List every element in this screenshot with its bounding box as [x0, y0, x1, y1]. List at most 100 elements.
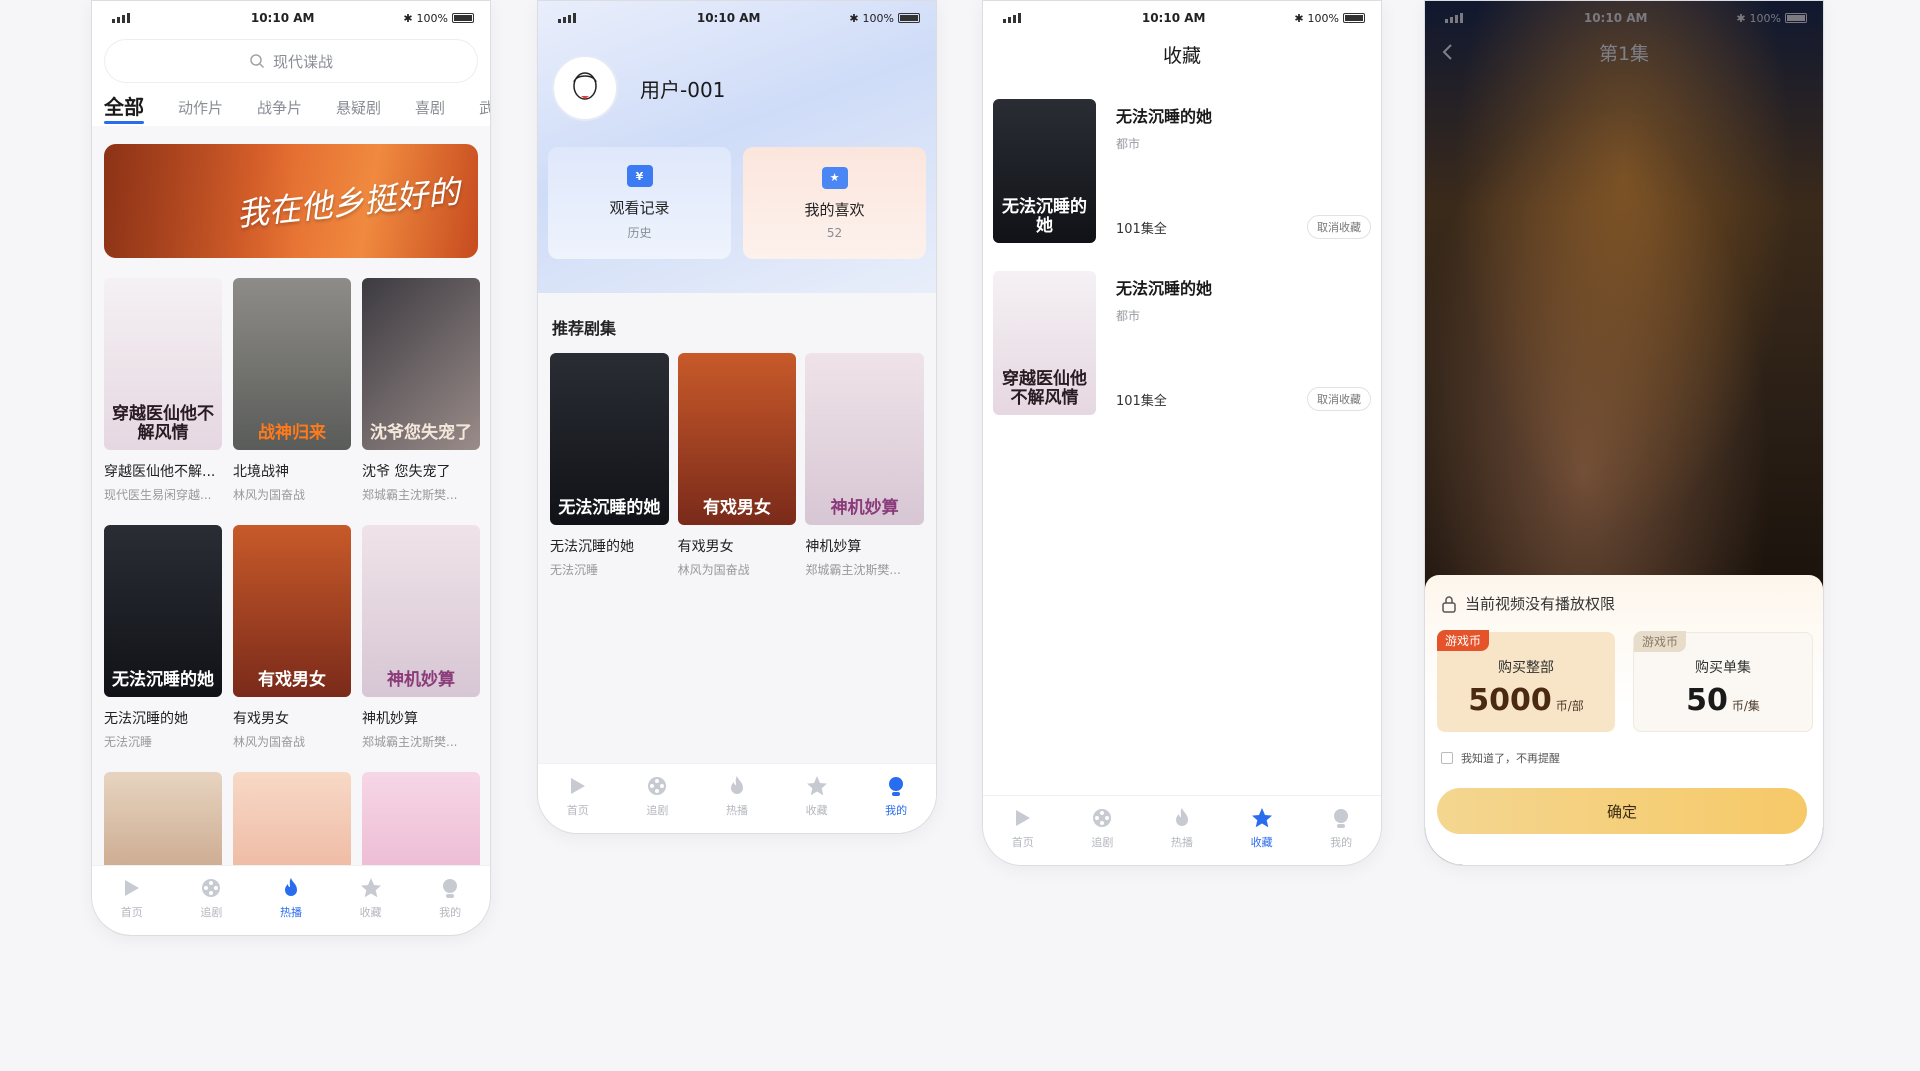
drama-card[interactable]: 有戏男女 有戏男女 林风为国奋战 [233, 525, 351, 750]
purchase-plans: 游戏币 购买整部 5000 币/部 游戏币 购买单集 50 币/集 [1437, 630, 1813, 732]
category-tab[interactable]: 动作片 [178, 97, 223, 118]
status-bar: 10:10 AM ✱ 100% [92, 1, 490, 35]
user-avatar-icon [573, 72, 597, 100]
favorite-info: 无法沉睡的她 都市 101集全 取消收藏 [1096, 271, 1371, 415]
category-tab[interactable]: 喜剧 [415, 97, 445, 118]
poster-title: 战神归来 [258, 423, 326, 444]
category-tab[interactable]: 武 [479, 97, 490, 118]
tab-favorites[interactable]: 收藏 [341, 876, 401, 920]
play-icon [570, 778, 585, 794]
unfavorite-button[interactable]: 取消收藏 [1307, 215, 1371, 239]
video-frame[interactable] [1425, 1, 1823, 591]
battery-icon [1343, 13, 1365, 23]
avatar[interactable] [552, 55, 618, 121]
tab-favorites[interactable]: 收藏 [787, 774, 847, 818]
drama-card[interactable]: 神机妙算 神机妙算 郑城霸主沈斯樊... [362, 525, 480, 750]
paywall-sheet: 当前视频没有播放权限 游戏币 购买整部 5000 币/部 游戏币 购买单集 50 [1425, 575, 1823, 865]
drama-card[interactable]: 神机妙算 神机妙算 郑城霸主沈斯樊... [805, 353, 925, 578]
drama-grid: 穿越医仙他不解风情 穿越医仙他不解... 现代医生易闲穿越... 战神归来 北境… [92, 258, 490, 935]
tab-mine[interactable]: 我的 [420, 876, 480, 920]
bluetooth-icon: ✱ [849, 11, 859, 25]
status-time: 10:10 AM [1141, 11, 1206, 25]
back-arrow-icon[interactable] [1437, 41, 1459, 63]
search-bar[interactable]: 现代谍战 [104, 39, 478, 83]
category-tabs: 全部 动作片 战争片 悬疑剧 喜剧 武 [92, 83, 490, 124]
battery-icon [452, 13, 474, 23]
drama-desc: 无法沉睡 [550, 563, 599, 577]
bottom-tab-bar: 首页 追剧 热播 收藏 我的 [538, 763, 936, 833]
film-reel-icon [202, 879, 221, 897]
drama-card[interactable]: 无法沉睡的她 无法沉睡的她 无法沉睡 [550, 353, 669, 578]
plan-buy-episode[interactable]: 游戏币 购买单集 50 币/集 [1633, 631, 1813, 732]
player-title-bar: 第1集 [1425, 35, 1823, 69]
permission-notice: 当前视频没有播放权限 [1437, 593, 1813, 614]
tab-home[interactable]: 首页 [102, 876, 162, 920]
tab-home[interactable]: 首页 [548, 774, 608, 818]
drama-card[interactable]: 有戏男女 有戏男女 林风为国奋战 [677, 353, 797, 578]
signal-icon [1445, 13, 1495, 23]
category-tab-all[interactable]: 全部 [104, 97, 144, 124]
plan-buy-all[interactable]: 游戏币 购买整部 5000 币/部 [1437, 630, 1615, 732]
confirm-button[interactable]: 确定 [1437, 788, 1807, 834]
status-bar: 10:10 AM ✱ 100% [538, 1, 936, 35]
tab-mine[interactable]: 我的 [866, 774, 926, 818]
watch-history-card[interactable]: ¥ 观看记录 历史 [548, 147, 731, 259]
drama-card[interactable]: 沈爷您失宠了 沈爷 您失宠了 郑城霸主沈斯樊... [362, 278, 480, 503]
tab-favorites[interactable]: 收藏 [1232, 806, 1292, 850]
tab-hot[interactable]: 热播 [261, 876, 321, 920]
tab-label: 热播 [1170, 836, 1193, 849]
tab-follow[interactable]: 追剧 [181, 876, 241, 920]
home-banner[interactable]: 我在他乡挺好的 [104, 144, 478, 258]
drama-poster: 有戏男女 [233, 525, 351, 697]
signal-icon [558, 13, 608, 23]
dont-remind-checkbox[interactable] [1441, 752, 1453, 764]
plan-tag: 游戏币 [1437, 630, 1490, 651]
unfavorite-button[interactable]: 取消收藏 [1307, 387, 1371, 411]
my-likes-card[interactable]: ★ 我的喜欢 52 [743, 147, 926, 259]
tab-label: 追剧 [646, 804, 669, 817]
favorite-item[interactable]: 穿越医仙他不解风情 无法沉睡的她 都市 101集全 取消收藏 [983, 271, 1381, 415]
tab-home[interactable]: 首页 [993, 806, 1053, 850]
flame-icon [730, 776, 743, 794]
plan-name: 购买单集 [1695, 659, 1751, 676]
search-icon [250, 54, 265, 69]
drama-name: 无法沉睡的她 [550, 539, 634, 555]
drama-card[interactable]: 穿越医仙他不解风情 穿越医仙他不解... 现代医生易闲穿越... [104, 278, 222, 503]
favorite-info: 无法沉睡的她 都市 101集全 取消收藏 [1096, 99, 1371, 243]
category-tab[interactable]: 战争片 [257, 97, 302, 118]
drama-card[interactable]: 无法沉睡的她 无法沉睡的她 无法沉睡 [104, 525, 222, 750]
favorite-episodes: 101集全 [1116, 222, 1167, 237]
tab-mine[interactable]: 我的 [1311, 806, 1371, 850]
likes-icon: ★ [821, 166, 848, 189]
favorite-item[interactable]: 无法沉睡的她 无法沉睡的她 都市 101集全 取消收藏 [983, 99, 1381, 243]
tab-follow[interactable]: 追剧 [627, 774, 687, 818]
tab-follow[interactable]: 追剧 [1072, 806, 1132, 850]
tab-hot[interactable]: 热播 [707, 774, 767, 818]
phone-player: 10:10 AM ✱ 100% 第1集 当前视频没有播放权限 游戏币 购买整部 5… [1424, 0, 1824, 866]
price-value: 50 [1686, 682, 1728, 718]
dont-remind-row[interactable]: 我知道了，不再提醒 [1437, 750, 1813, 766]
tab-hot[interactable]: 热播 [1152, 806, 1212, 850]
favorite-poster: 无法沉睡的她 [993, 99, 1096, 243]
tab-label: 收藏 [1250, 836, 1273, 849]
status-time: 10:10 AM [250, 11, 315, 25]
category-tab[interactable]: 悬疑剧 [336, 97, 381, 118]
tab-label: 收藏 [805, 804, 828, 817]
poster-title: 无法沉睡的她 [112, 670, 214, 691]
battery-icon [1785, 13, 1807, 23]
signal-icon [1003, 13, 1053, 23]
drama-poster: 神机妙算 [805, 353, 925, 525]
user-info[interactable]: 用户-001 [538, 35, 936, 121]
tab-label: 热播 [725, 804, 748, 817]
plan-price: 5000 币/部 [1468, 683, 1584, 718]
status-time: 10:10 AM [696, 11, 761, 25]
drama-card[interactable]: 战神归来 北境战神 林风为国奋战 [233, 278, 351, 503]
signal-icon [112, 13, 162, 23]
tab-label: 我的 [439, 906, 462, 919]
favorite-title: 无法沉睡的她 [1116, 107, 1213, 126]
battery-icon [898, 13, 920, 23]
recommend-title: 推荐剧集 [552, 319, 617, 338]
favorite-episodes: 101集全 [1116, 394, 1167, 409]
history-sub: 历史 [627, 226, 652, 240]
drama-desc: 郑城霸主沈斯樊... [362, 735, 458, 749]
